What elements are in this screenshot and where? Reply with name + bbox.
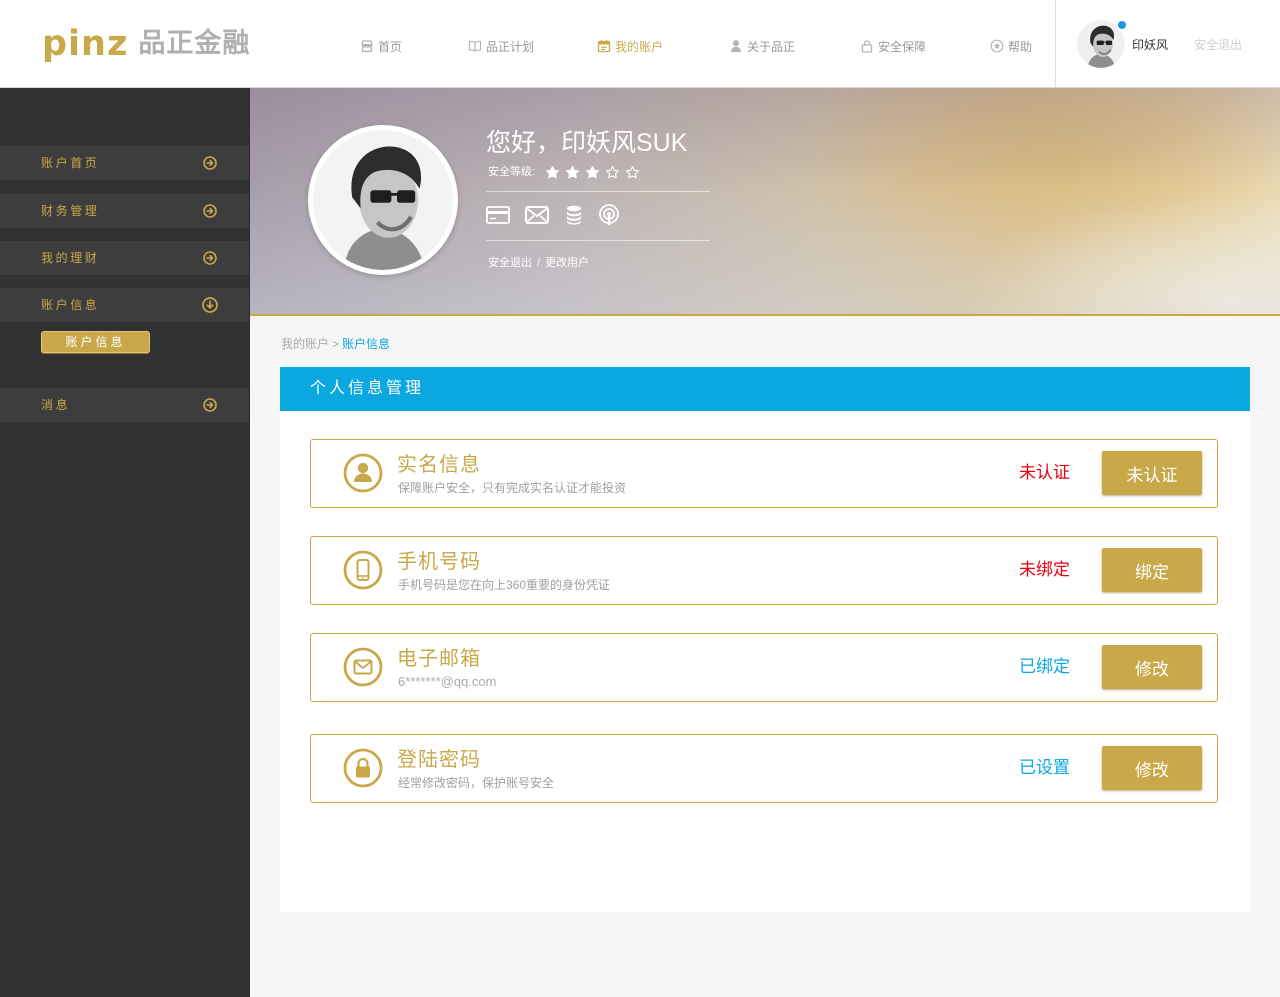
banner-links: 安全退出 / 更改用户 <box>488 256 589 270</box>
card-status: 未绑定 <box>1019 560 1070 579</box>
star-empty-icon <box>605 165 620 180</box>
mail-icon[interactable] <box>525 206 549 224</box>
card-email: 电子邮箱 6*******@qq.com 已绑定 修改 <box>310 633 1218 702</box>
security-level: 安全等级: <box>488 164 640 180</box>
home-icon <box>360 39 374 53</box>
nav-about[interactable]: 关于品正 <box>729 37 795 55</box>
circle-arrow-right-icon <box>203 204 217 218</box>
sidebar-item-finance[interactable]: 财务管理 <box>0 194 249 228</box>
card-title: 手机号码 <box>397 551 481 573</box>
sidebar-item-label: 账户首页 <box>41 156 100 170</box>
sidebar-item-account-home[interactable]: 账户首页 <box>0 146 249 180</box>
card-description: 6*******@qq.com <box>398 674 497 689</box>
nav-label: 关于品正 <box>747 39 796 54</box>
lock-icon <box>860 39 874 53</box>
nav-plan[interactable]: 品正计划 <box>468 37 534 55</box>
mail-icon <box>343 647 383 687</box>
banner-divider <box>486 240 710 241</box>
nav-label: 帮助 <box>1008 39 1033 54</box>
brand-logo[interactable]: pinz 品正金融 <box>42 20 250 68</box>
card-status: 已绑定 <box>1019 657 1070 676</box>
breadcrumb-parent[interactable]: 我的账户 <box>281 337 329 351</box>
card-real-name: 实名信息 保障账户安全，只有完成实名认证才能投资 未认证 未认证 <box>310 439 1218 508</box>
notification-dot <box>1116 19 1128 31</box>
banner-logout-link[interactable]: 安全退出 <box>488 257 532 269</box>
circle-arrow-right-icon <box>203 398 217 412</box>
profile-banner: 您好，印妖风SUK 安全等级: 安全退出 / 更改用户 <box>250 88 1280 316</box>
bind-phone-button[interactable]: 绑定 <box>1102 548 1202 592</box>
nav-my-account[interactable]: 我的账户 <box>597 37 663 55</box>
card-title: 实名信息 <box>397 454 481 476</box>
header-logout-link[interactable]: 安全退出 <box>1194 37 1242 53</box>
circle-arrow-down-icon <box>202 297 218 313</box>
top-header: pinz 品正金融 首页 品正计划 我的账户 关于品正 安全保障 帮助 印妖风 … <box>0 0 1280 88</box>
panel-header: 个人信息管理 <box>280 367 1250 411</box>
sidebar-item-investments[interactable]: 我的理财 <box>0 241 249 275</box>
card-password: 登陆密码 经常修改密码，保护账号安全 已设置 修改 <box>310 734 1218 803</box>
star-empty-icon <box>625 165 640 180</box>
user-icon <box>343 453 383 493</box>
header-divider <box>1055 0 1056 87</box>
logo-latin-text: pinz <box>42 24 129 64</box>
lock-icon <box>343 748 383 788</box>
phone-icon <box>343 550 383 590</box>
greeting-text: 您好，印妖风SUK <box>486 129 688 157</box>
header-username[interactable]: 印妖风 <box>1132 37 1168 53</box>
breadcrumb-current: 账户信息 <box>342 337 391 351</box>
star-filled-icon <box>585 165 600 180</box>
star-filled-icon <box>565 165 580 180</box>
verification-icons <box>486 203 620 227</box>
sidebar-item-label: 财务管理 <box>41 204 100 218</box>
edit-email-button[interactable]: 修改 <box>1102 645 1202 689</box>
circle-arrow-right-icon <box>203 251 217 265</box>
card-description: 经常修改密码，保护账号安全 <box>398 776 555 790</box>
user-icon <box>729 39 743 53</box>
personal-info-panel: 个人信息管理 实名信息 保障账户安全，只有完成实名认证才能投资 未认证 未认证 … <box>280 367 1250 912</box>
signal-icon[interactable] <box>598 204 620 226</box>
change-password-button[interactable]: 修改 <box>1102 746 1202 790</box>
breadcrumb: 我的账户 > 账户信息 <box>281 336 390 352</box>
card-title: 登陆密码 <box>397 749 481 771</box>
calendar-icon <box>597 39 611 53</box>
sidebar-item-label: 我的理财 <box>41 251 100 265</box>
card-status: 已设置 <box>1019 758 1070 777</box>
nav-home[interactable]: 首页 <box>360 37 402 55</box>
circle-arrow-right-icon <box>203 156 217 170</box>
profile-avatar[interactable] <box>308 125 458 275</box>
sidebar: 账户首页 财务管理 我的理财 账户信息 账户信息 消息 <box>0 88 250 997</box>
bank-card-icon[interactable] <box>486 206 510 224</box>
sidebar-subitem-account-info[interactable]: 账户信息 <box>41 331 150 353</box>
book-icon <box>468 39 482 53</box>
card-description: 手机号码是您在向上360重要的身份凭证 <box>398 578 611 592</box>
logo-chinese-text: 品正金融 <box>138 28 251 58</box>
nav-label: 品正计划 <box>486 39 535 54</box>
card-description: 保障账户安全，只有完成实名认证才能投资 <box>398 481 627 495</box>
card-status: 未认证 <box>1019 463 1070 482</box>
nav-label: 安全保障 <box>878 39 927 54</box>
sidebar-item-label: 消息 <box>41 398 71 412</box>
link-separator: / <box>537 257 541 269</box>
nav-label: 我的账户 <box>615 39 664 54</box>
sidebar-item-label: 账户信息 <box>41 298 100 312</box>
security-stars <box>545 165 640 180</box>
sidebar-item-account-info[interactable]: 账户信息 <box>0 288 249 322</box>
nav-label: 首页 <box>378 39 403 54</box>
nav-help[interactable]: 帮助 <box>990 37 1032 55</box>
security-level-label: 安全等级: <box>488 166 536 178</box>
card-mobile: 手机号码 手机号码是您在向上360重要的身份凭证 未绑定 绑定 <box>310 536 1218 605</box>
sidebar-item-messages[interactable]: 消息 <box>0 388 249 422</box>
breadcrumb-separator: > <box>332 337 340 351</box>
help-icon <box>990 39 1004 53</box>
nav-security[interactable]: 安全保障 <box>860 37 926 55</box>
verify-button[interactable]: 未认证 <box>1102 451 1202 495</box>
coins-icon[interactable] <box>566 205 582 225</box>
switch-user-link[interactable]: 更改用户 <box>545 257 589 269</box>
star-filled-icon <box>545 165 560 180</box>
panel-title: 个人信息管理 <box>310 380 425 397</box>
banner-divider <box>486 191 710 192</box>
card-title: 电子邮箱 <box>397 648 481 670</box>
